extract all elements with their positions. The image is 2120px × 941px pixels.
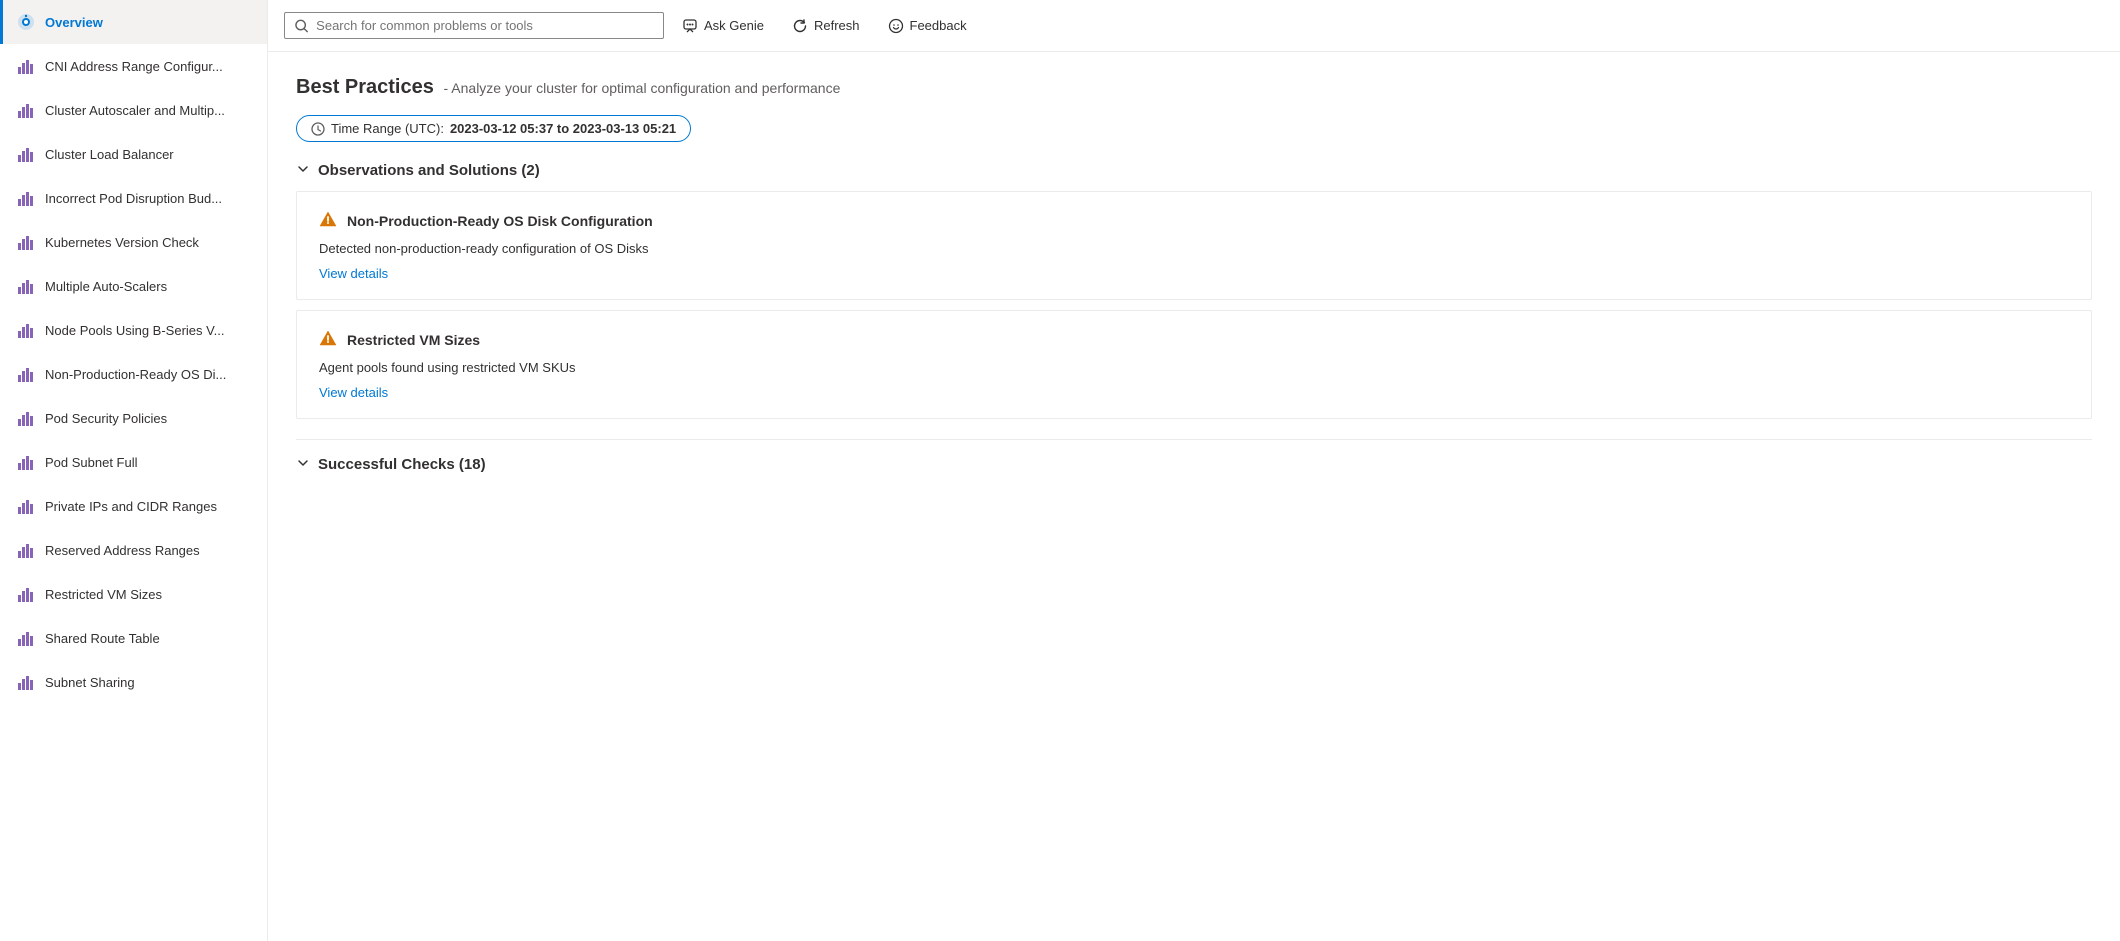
observations-chevron-icon <box>296 162 310 179</box>
chart-icon-node-pools <box>17 321 35 339</box>
chart-icon-non-prod <box>17 365 35 383</box>
feedback-button[interactable]: Feedback <box>878 12 977 40</box>
sidebar-item-multiple-autoscalers[interactable]: Multiple Auto-Scalers <box>0 264 267 308</box>
sidebar-item-shared-route-label: Shared Route Table <box>45 631 160 646</box>
warning-icon-restricted-vm <box>319 329 337 350</box>
observation-card-restricted-vm: Restricted VM Sizes Agent pools found us… <box>296 310 2092 419</box>
sidebar-item-subnet-sharing[interactable]: Subnet Sharing <box>0 660 267 704</box>
sidebar-item-pod-subnet-label: Pod Subnet Full <box>45 455 138 470</box>
chart-icon-reserved <box>17 541 35 559</box>
sidebar-item-load-balancer[interactable]: Cluster Load Balancer <box>0 132 267 176</box>
ask-genie-icon <box>682 18 698 34</box>
sidebar-item-pod-disruption[interactable]: Incorrect Pod Disruption Bud... <box>0 176 267 220</box>
observation-card-non-prod: Non-Production-Ready OS Disk Configurati… <box>296 191 2092 300</box>
sidebar-item-autoscaler-label: Cluster Autoscaler and Multip... <box>45 103 225 118</box>
sidebar-item-reserved-label: Reserved Address Ranges <box>45 543 200 558</box>
chart-icon-private-ips <box>17 497 35 515</box>
card-title-row-restricted-vm: Restricted VM Sizes <box>319 329 2069 350</box>
sidebar-item-node-pools-label: Node Pools Using B-Series V... <box>45 323 224 338</box>
sidebar: Overview CNI Address Range Configur... C… <box>0 0 268 941</box>
sidebar-item-cni-address[interactable]: CNI Address Range Configur... <box>0 44 267 88</box>
sidebar-item-restricted-vm-label: Restricted VM Sizes <box>45 587 162 602</box>
view-details-link-restricted-vm[interactable]: View details <box>319 385 388 400</box>
successful-section-title: Successful Checks (18) <box>318 456 486 473</box>
refresh-button[interactable]: Refresh <box>782 12 870 40</box>
sidebar-item-node-pools[interactable]: Node Pools Using B-Series V... <box>0 308 267 352</box>
sidebar-item-non-prod-label: Non-Production-Ready OS Di... <box>45 367 226 382</box>
sidebar-item-subnet-sharing-label: Subnet Sharing <box>45 675 135 690</box>
chart-icon-subnet-sharing <box>17 673 35 691</box>
sidebar-item-overview[interactable]: Overview <box>0 0 267 44</box>
search-icon <box>295 19 308 33</box>
sidebar-item-pod-security[interactable]: Pod Security Policies <box>0 396 267 440</box>
view-details-link-non-prod[interactable]: View details <box>319 266 388 281</box>
sidebar-item-reserved-address[interactable]: Reserved Address Ranges <box>0 528 267 572</box>
sidebar-item-cni-label: CNI Address Range Configur... <box>45 59 223 74</box>
search-input[interactable] <box>316 18 653 33</box>
page-subtitle: - Analyze your cluster for optimal confi… <box>444 80 841 96</box>
toolbar: Ask Genie Refresh Feedback <box>268 0 2120 52</box>
sidebar-item-pod-subnet[interactable]: Pod Subnet Full <box>0 440 267 484</box>
time-range-label: Time Range (UTC): <box>331 121 444 136</box>
feedback-icon <box>888 18 904 34</box>
chart-icon-shared-route <box>17 629 35 647</box>
sidebar-item-private-ips[interactable]: Private IPs and CIDR Ranges <box>0 484 267 528</box>
chart-icon-multi-scaler <box>17 277 35 295</box>
successful-chevron-icon <box>296 456 310 473</box>
card-description-restricted-vm: Agent pools found using restricted VM SK… <box>319 360 2069 375</box>
page-title: Best Practices <box>296 76 434 98</box>
chart-icon-pod-security <box>17 409 35 427</box>
chart-icon-lb <box>17 145 35 163</box>
page-header: Best Practices - Analyze your cluster fo… <box>296 76 2092 99</box>
sidebar-item-pod-security-label: Pod Security Policies <box>45 411 167 426</box>
card-title-row-non-prod: Non-Production-Ready OS Disk Configurati… <box>319 210 2069 231</box>
time-range-value: 2023-03-12 05:37 to 2023-03-13 05:21 <box>450 121 676 136</box>
chart-icon-k8s <box>17 233 35 251</box>
observations-section-header[interactable]: Observations and Solutions (2) <box>296 162 2092 179</box>
chart-icon-pod-subnet <box>17 453 35 471</box>
sidebar-item-overview-label: Overview <box>45 15 103 30</box>
search-box[interactable] <box>284 12 664 39</box>
card-description-non-prod: Detected non-production-ready configurat… <box>319 241 2069 256</box>
sidebar-item-multi-scaler-label: Multiple Auto-Scalers <box>45 279 167 294</box>
chart-icon-pod-disruption <box>17 189 35 207</box>
refresh-label: Refresh <box>814 18 860 33</box>
sidebar-item-lb-label: Cluster Load Balancer <box>45 147 174 162</box>
chart-icon-autoscaler <box>17 101 35 119</box>
sidebar-item-k8s-label: Kubernetes Version Check <box>45 235 199 250</box>
chart-icon-cni <box>17 57 35 75</box>
successful-checks-section: Successful Checks (18) <box>296 439 2092 473</box>
sidebar-item-shared-route[interactable]: Shared Route Table <box>0 616 267 660</box>
card-title-non-prod: Non-Production-Ready OS Disk Configurati… <box>347 213 653 229</box>
warning-icon-non-prod <box>319 210 337 231</box>
feedback-label: Feedback <box>910 18 967 33</box>
clock-icon <box>311 122 325 136</box>
refresh-icon <box>792 18 808 34</box>
successful-section-header[interactable]: Successful Checks (18) <box>296 456 2092 473</box>
sidebar-item-cluster-autoscaler[interactable]: Cluster Autoscaler and Multip... <box>0 88 267 132</box>
time-range-badge[interactable]: Time Range (UTC): 2023-03-12 05:37 to 20… <box>296 115 691 142</box>
observations-section-title: Observations and Solutions (2) <box>318 162 540 179</box>
content-area: Best Practices - Analyze your cluster fo… <box>268 52 2120 941</box>
ask-genie-button[interactable]: Ask Genie <box>672 12 774 40</box>
sidebar-item-pod-disruption-label: Incorrect Pod Disruption Bud... <box>45 191 222 206</box>
overview-icon <box>17 13 35 31</box>
sidebar-item-kubernetes-version[interactable]: Kubernetes Version Check <box>0 220 267 264</box>
sidebar-item-non-production[interactable]: Non-Production-Ready OS Di... <box>0 352 267 396</box>
sidebar-item-restricted-vm[interactable]: Restricted VM Sizes <box>0 572 267 616</box>
sidebar-item-private-ips-label: Private IPs and CIDR Ranges <box>45 499 217 514</box>
ask-genie-label: Ask Genie <box>704 18 764 33</box>
chart-icon-restricted-vm <box>17 585 35 603</box>
main-panel: Ask Genie Refresh Feedback Best Practice… <box>268 0 2120 941</box>
card-title-restricted-vm: Restricted VM Sizes <box>347 332 480 348</box>
